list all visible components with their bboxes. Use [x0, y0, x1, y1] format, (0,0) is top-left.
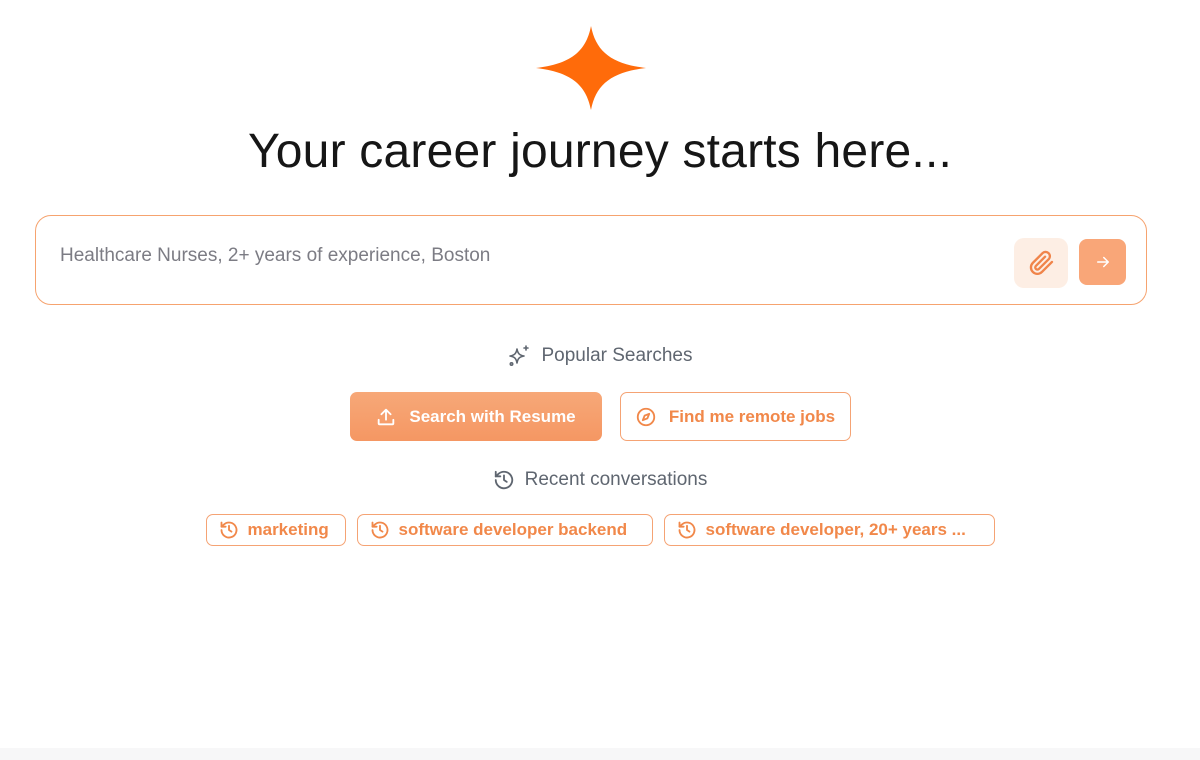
search-container: [35, 215, 1147, 305]
recent-chip-label: software developer, 20+ years ...: [705, 520, 966, 539]
paperclip-icon: [1029, 250, 1054, 275]
recent-conversations-heading: Recent conversations: [0, 469, 1200, 491]
recent-chip-label: marketing: [247, 520, 329, 539]
sparkles-icon: [509, 345, 530, 366]
popular-searches-label: Popular Searches: [541, 345, 693, 366]
popular-searches-heading: Popular Searches: [0, 344, 1200, 368]
recent-chip-software-developer-backend[interactable]: software developer backend: [356, 514, 653, 546]
page-footer-band: [0, 748, 1200, 760]
compass-icon: [636, 407, 656, 426]
search-with-resume-label: Search with Resume: [409, 406, 576, 426]
upload-icon: [378, 408, 395, 425]
history-icon: [220, 521, 237, 539]
history-icon: [371, 521, 388, 539]
recent-conversations-list: marketing software developer backend sof…: [0, 514, 1200, 546]
find-remote-jobs-button[interactable]: Find me remote jobs: [619, 392, 851, 441]
recent-chip-label: software developer backend: [398, 520, 628, 539]
popular-searches-list: Search with Resume Find me remote jobs: [0, 392, 1200, 441]
history-icon: [494, 470, 513, 490]
arrow-right-icon: [1096, 256, 1109, 268]
recent-chip-software-developer-20-years[interactable]: software developer, 20+ years ...: [663, 514, 995, 546]
attach-button[interactable]: [1014, 238, 1068, 288]
page-title: Your career journey starts here...: [247, 125, 953, 178]
recent-chip-marketing[interactable]: marketing: [205, 514, 346, 546]
sparkle-star-icon: [536, 26, 646, 110]
search-with-resume-button[interactable]: Search with Resume: [349, 392, 602, 441]
history-icon: [678, 521, 695, 539]
search-input[interactable]: [58, 240, 962, 272]
find-remote-jobs-label: Find me remote jobs: [668, 406, 836, 426]
recent-conversations-label: Recent conversations: [524, 469, 708, 490]
send-button[interactable]: [1079, 239, 1126, 285]
